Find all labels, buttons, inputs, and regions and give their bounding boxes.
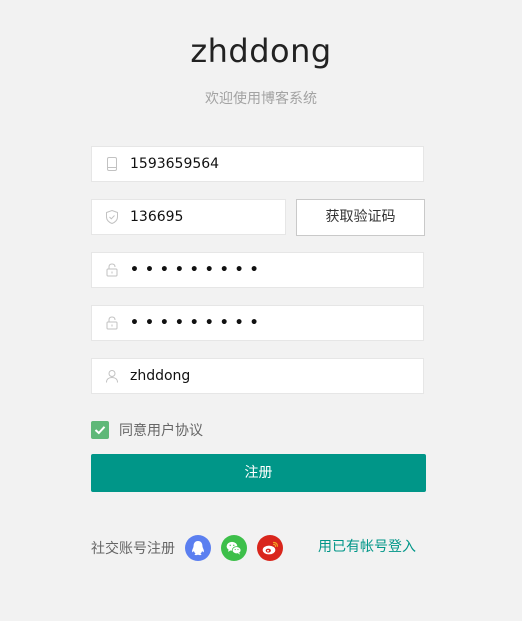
agreement-checkbox[interactable]: [91, 421, 109, 439]
lock-icon: [104, 262, 120, 278]
weibo-icon[interactable]: [257, 535, 283, 561]
login-link[interactable]: 用已有帐号登入: [318, 537, 416, 557]
shield-icon: [104, 209, 120, 225]
confirm-password-field[interactable]: •••••••••: [91, 305, 424, 341]
lock-icon: [104, 315, 120, 331]
nickname-input[interactable]: zhddong: [130, 359, 413, 393]
phone-field[interactable]: 1593659564: [91, 146, 424, 182]
password-field[interactable]: •••••••••: [91, 252, 424, 288]
confirm-password-input[interactable]: •••••••••: [130, 306, 413, 340]
code-input[interactable]: 136695: [130, 200, 275, 234]
page-title: zhddong: [190, 32, 332, 70]
get-code-button[interactable]: 获取验证码: [296, 199, 425, 236]
checkmark-icon: [94, 426, 106, 435]
social-register-label: 社交账号注册: [91, 541, 175, 557]
agreement-label: 同意用户协议: [119, 423, 203, 439]
phone-input[interactable]: 1593659564: [130, 147, 413, 181]
page-subtitle: 欢迎使用博客系统: [205, 91, 317, 107]
password-input[interactable]: •••••••••: [130, 253, 413, 287]
cellphone-icon: [104, 156, 120, 172]
register-button[interactable]: 注册: [91, 454, 426, 492]
wechat-icon[interactable]: [221, 535, 247, 561]
code-field[interactable]: 136695: [91, 199, 286, 235]
nickname-field[interactable]: zhddong: [91, 358, 424, 394]
user-icon: [104, 368, 120, 384]
qq-icon[interactable]: [185, 535, 211, 561]
